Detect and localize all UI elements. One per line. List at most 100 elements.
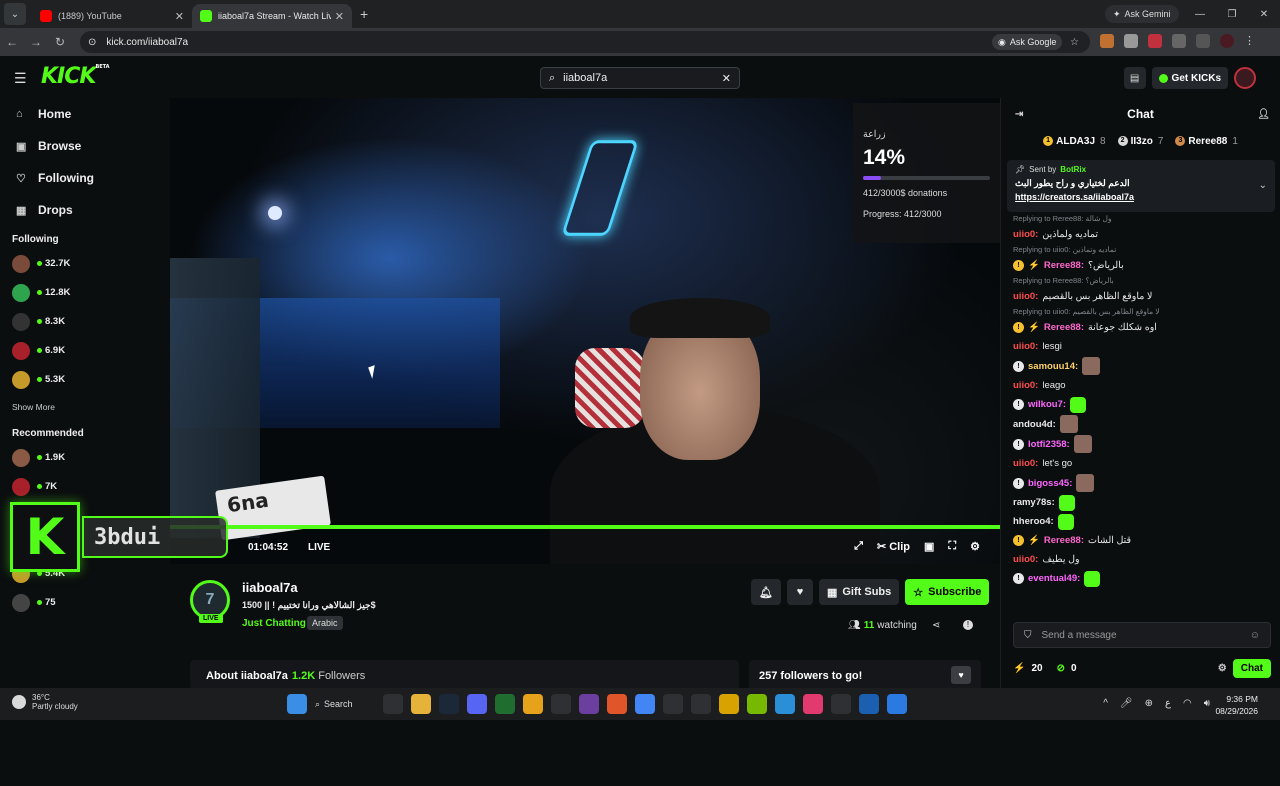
reload-button[interactable]: ↻ [48,35,72,49]
app-icon[interactable] [775,694,795,714]
chat-message[interactable]: andou4d: [1013,415,1269,433]
extension-icon[interactable] [1148,34,1162,48]
nav-home[interactable]: ⌂ Home [0,98,170,130]
live-indicator[interactable]: LIVE [308,542,330,553]
library-button[interactable]: ▤ [1123,67,1146,89]
tab-youtube[interactable]: (1889) YouTube ✕ [32,4,192,28]
leaderboard-entry[interactable]: 1 ALDA3J 8 [1043,136,1106,147]
chat-username[interactable]: uiio0: [1013,380,1038,391]
chat-message[interactable]: hheroo4: [1013,513,1269,530]
clip-button[interactable]: ✂ Clip [877,540,910,553]
network-icon[interactable]: ⊕ [1145,698,1153,709]
sidebar-channel[interactable]: DylerTvRoblox12.8K [0,278,1000,786]
clear-search-icon[interactable]: ✕ [722,72,731,85]
chat-username[interactable]: Reree88: [1044,260,1084,271]
new-tab-button[interactable]: + [360,6,368,22]
nav-browse[interactable]: ▣ Browse [0,130,170,162]
fullscreen-icon[interactable]: ⛶ [948,540,956,553]
app-icon[interactable] [523,694,543,714]
video-progress-bar[interactable] [170,525,1000,529]
tiktok-icon[interactable] [803,694,823,714]
chat-message[interactable]: uiio0: لا ماوقع الظاهر بس بالقصيم [1013,288,1269,305]
chat-username[interactable]: uiio0: [1013,341,1038,352]
nav-following[interactable]: ♡ Following [0,162,170,194]
app-icon[interactable] [579,694,599,714]
chat-message[interactable]: uiio0: let's go [1013,455,1269,472]
get-kicks-button[interactable]: Get KICKs [1151,67,1228,89]
chat-message[interactable]: uiio0: تماديه ولماذين [1013,226,1269,243]
chat-username[interactable]: Reree88: [1044,535,1084,546]
nav-drops[interactable]: ▦ Drops [0,194,170,226]
chat-username[interactable]: uiio0: [1013,458,1038,469]
user-avatar[interactable] [1234,67,1256,89]
share-icon[interactable]: ⋖ [932,620,940,631]
tab-search-button[interactable]: ⌄ [4,3,26,25]
file-explorer-icon[interactable] [411,694,431,714]
maximize-button[interactable]: ❐ [1216,0,1248,28]
microphone-icon[interactable]: 🎤︎ [1120,698,1133,709]
ask-gemini-button[interactable]: ✦ Ask Gemini [1105,5,1179,23]
leaderboard-entry[interactable]: 2 II3zo 7 [1117,136,1163,147]
chat-message[interactable]: ! wilkou7: [1013,396,1269,413]
points-count[interactable]: 0 [1071,663,1077,674]
app-icon[interactable] [495,694,515,714]
brave-icon[interactable] [607,694,627,714]
chat-settings-icon[interactable]: ⚙ [1218,663,1227,674]
chat-message[interactable]: uiio0: lesgi [1013,338,1269,355]
sidebar-channel[interactable]: INQ7K [0,472,1000,786]
chat-message[interactable]: ! lotfi2358: [1013,435,1269,453]
emoji-icon[interactable]: ☺ [1250,630,1260,641]
app-icon[interactable] [691,694,711,714]
language-icon[interactable]: ع [1165,698,1171,709]
users-icon[interactable]: 👤︎ [1257,109,1270,120]
extension-icon[interactable] [1100,34,1114,48]
chat-input[interactable]: ⛉ Send a message ☺ [1013,622,1271,648]
close-icon[interactable]: ✕ [335,10,344,23]
app-icon[interactable] [663,694,683,714]
weather-widget[interactable]: 36°C Partly cloudy [12,693,78,711]
discord-icon[interactable] [467,694,487,714]
chevron-down-icon[interactable]: ⌄ [1259,180,1267,191]
chrome-icon[interactable] [635,694,655,714]
app-icon[interactable] [887,694,907,714]
chat-message[interactable]: ! ⚡ Reree88: اوه شكلك جوعانة [1013,319,1269,336]
sidebar-channel[interactable]: JASERJust Chatting8.3K [0,307,1000,786]
sidebar-channel[interactable]: AbsiJust Chatting32.7K [0,249,1000,786]
info-icon[interactable]: ! [963,620,973,630]
chat-message[interactable]: ! eventual49: [1013,570,1269,587]
chat-message[interactable]: ! ⚡ Reree88: قتل الشات [1013,532,1269,549]
chat-message[interactable]: ! ⚡ Reree88: بالرياض؟ [1013,257,1269,274]
channel-name[interactable]: iiaboal7a [242,580,298,595]
leaderboard-entry[interactable]: 3 Reree88 1 [1175,136,1238,147]
chat-username[interactable]: uiio0: [1013,554,1038,565]
forward-button[interactable]: → [24,35,48,49]
chat-username[interactable]: wilkou7: [1028,399,1066,410]
chat-message[interactable]: uiio0: ول يطيف [1013,551,1269,568]
kicks-count[interactable]: 20 [1031,663,1042,674]
url-field[interactable]: ⊙ kick.com/iiaboal7a ◉ Ask Google ☆ [80,31,1090,53]
send-chat-button[interactable]: Chat [1232,658,1271,678]
minimize-button[interactable]: — [1184,0,1216,28]
profile-icon[interactable] [1220,34,1234,48]
chat-username[interactable]: uiio0: [1013,229,1038,240]
site-info-icon[interactable]: ⊙ [88,37,96,48]
stream-category[interactable]: Just Chatting [242,618,306,629]
back-button[interactable]: ← [0,35,24,49]
tab-kick[interactable]: iiaboal7a Stream - Watch Live on Kick ✕ [192,4,352,28]
close-window-button[interactable]: ✕ [1248,0,1280,28]
app-icon[interactable] [719,694,739,714]
task-view-icon[interactable] [383,694,403,714]
chat-username[interactable]: hheroo4: [1013,516,1054,527]
pinned-link[interactable]: https://creators.sa/iiaboal7a [1015,192,1267,202]
video-player[interactable]: 6na زراعة 14% 412/3000$ donations Progre… [170,98,1000,564]
ask-google-button[interactable]: ◉ Ask Google [992,34,1063,50]
chat-username[interactable]: lotfi2358: [1028,439,1070,450]
close-icon[interactable]: ✕ [175,10,184,23]
gift-subs-button[interactable]: ▦ Gift Subs [818,579,900,605]
pinned-user[interactable]: BotRix [1060,165,1086,174]
show-more-button[interactable]: Show More [0,394,170,420]
chat-username[interactable]: uiio0: [1013,291,1038,302]
nvidia-icon[interactable] [747,694,767,714]
chat-message[interactable]: ! samouu14: [1013,357,1269,375]
puzzle-icon[interactable] [1172,34,1186,48]
